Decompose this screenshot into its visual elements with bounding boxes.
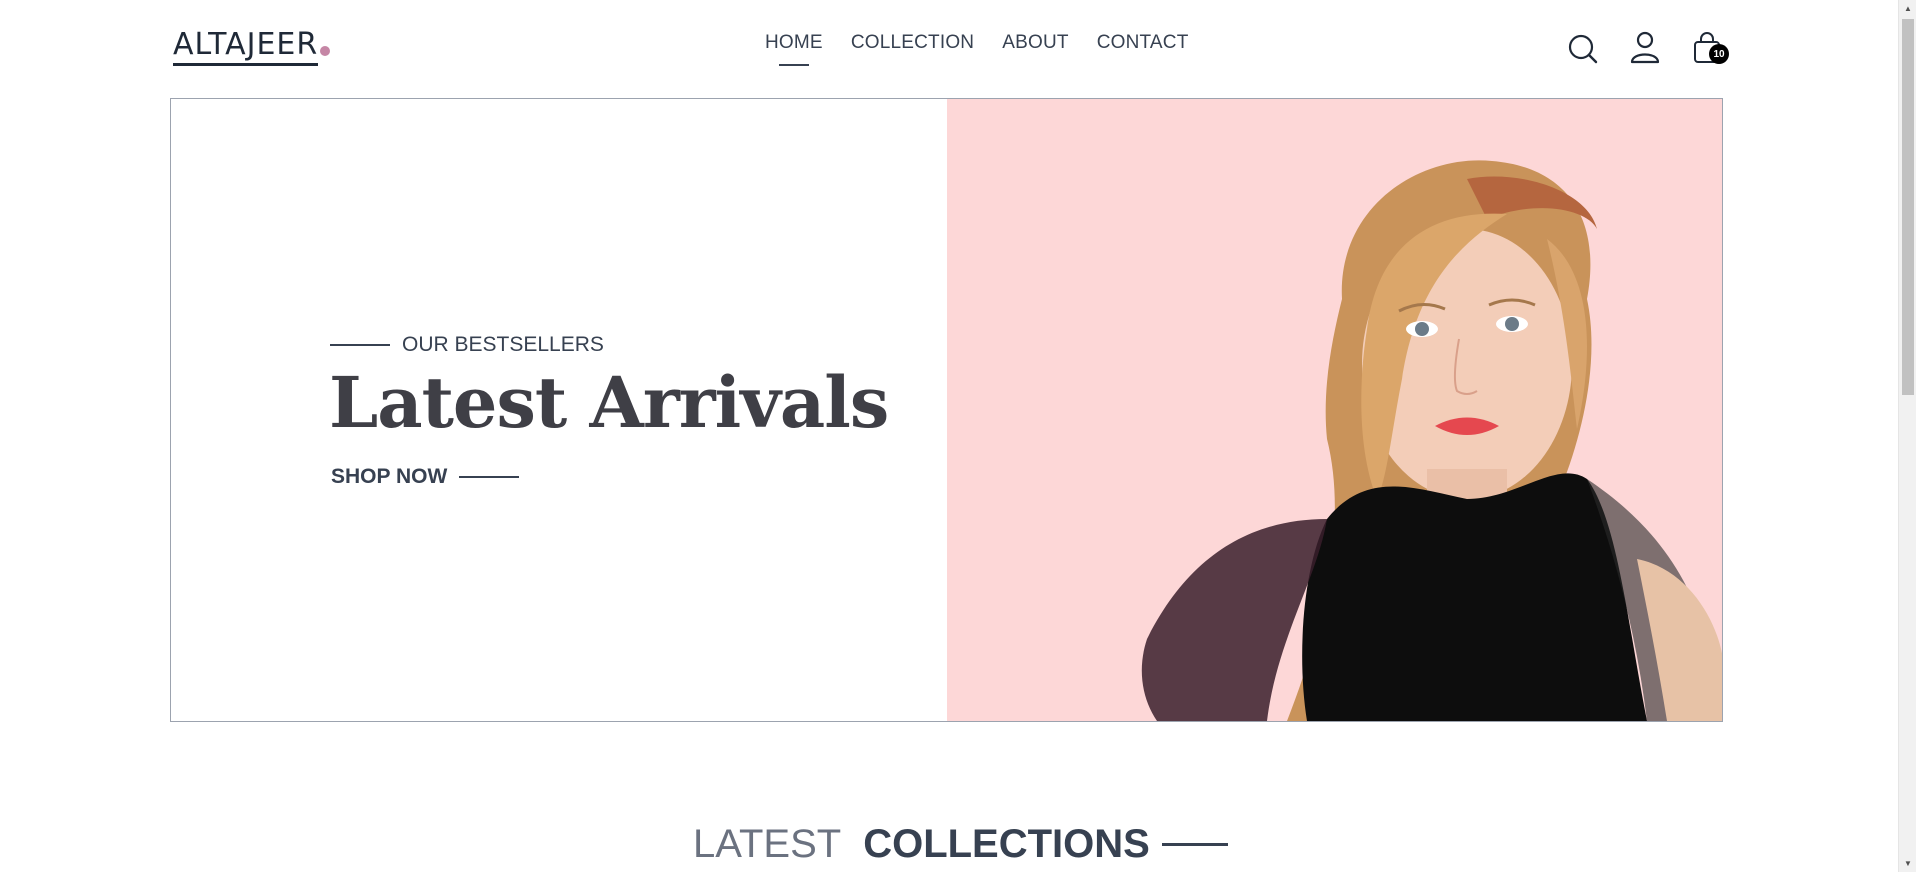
- page: ALTAJEER HOME COLLECTION ABOUT CONTACT 1…: [0, 0, 1916, 872]
- latest-collections-heading: LATEST COLLECTIONS: [693, 822, 1228, 867]
- section-title-bold: COLLECTIONS: [863, 822, 1150, 866]
- scroll-thumb[interactable]: [1902, 19, 1914, 395]
- scroll-down-icon[interactable]: ▼: [1899, 855, 1916, 872]
- nav-about[interactable]: ABOUT: [1002, 32, 1068, 54]
- logo-text: ALTAJEER: [173, 28, 319, 66]
- eyebrow-text: OUR BESTSELLERS: [402, 333, 604, 356]
- section-title-line: [1161, 843, 1228, 846]
- nav-contact[interactable]: CONTACT: [1097, 32, 1189, 54]
- scroll-up-icon[interactable]: ▲: [1899, 0, 1916, 17]
- cart-count-badge: 10: [1709, 44, 1729, 64]
- logo[interactable]: ALTAJEER: [173, 24, 331, 66]
- profile-icon[interactable]: [1629, 30, 1661, 66]
- nav-active-indicator: [778, 64, 809, 66]
- logo-dot: [320, 46, 331, 56]
- hero-title: Latest Arrivals: [329, 361, 889, 444]
- shop-now-label: SHOP NOW: [331, 465, 448, 488]
- nav-home-label: HOME: [765, 32, 823, 53]
- nav-contact-label: CONTACT: [1096, 32, 1189, 53]
- hero-banner: OUR BESTSELLERS Latest Arrivals SHOP NOW: [170, 98, 1723, 722]
- main-nav: HOME COLLECTION ABOUT CONTACT: [765, 32, 1189, 66]
- model-photo: [946, 99, 1722, 721]
- site-header: ALTAJEER HOME COLLECTION ABOUT CONTACT 1…: [170, 0, 1729, 96]
- cart-icon[interactable]: 10: [1691, 30, 1729, 66]
- nav-about-label: ABOUT: [1002, 32, 1069, 53]
- nav-collection[interactable]: COLLECTION: [851, 32, 974, 54]
- eyebrow-line: [330, 344, 390, 346]
- nav-collection-label: COLLECTION: [850, 32, 975, 53]
- shop-now-link[interactable]: SHOP NOW: [331, 465, 520, 489]
- vertical-scrollbar[interactable]: ▲ ▼: [1898, 0, 1916, 872]
- hero-text-panel: OUR BESTSELLERS Latest Arrivals SHOP NOW: [171, 99, 947, 721]
- nav-home[interactable]: HOME: [765, 32, 823, 66]
- section-title-light: LATEST: [693, 822, 842, 866]
- hero-image: [946, 99, 1722, 721]
- header-icons: 10: [1567, 30, 1729, 66]
- hero-eyebrow: OUR BESTSELLERS: [330, 333, 604, 357]
- shop-now-line: [459, 476, 520, 478]
- search-icon[interactable]: [1567, 30, 1599, 66]
